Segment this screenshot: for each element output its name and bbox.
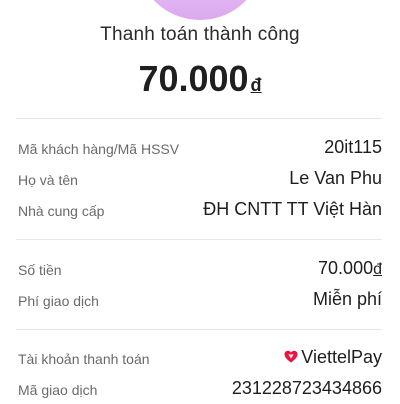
provider-label: Nhà cung cấp bbox=[18, 203, 105, 219]
payment-status-title: Thanh toán thành công bbox=[100, 24, 300, 45]
detail-row-amount: Số tiền 70.000đ bbox=[18, 258, 382, 284]
detail-row-provider: Nhà cung cấp ĐH CNTT TT Việt Hàn bbox=[18, 199, 382, 225]
payment-account-value: ViettelPay bbox=[284, 347, 382, 368]
detail-row-transaction-id: Mã giao dịch 231228723434866 bbox=[18, 378, 382, 404]
payment-amount: 70.000 đ bbox=[0, 58, 400, 100]
divider bbox=[16, 239, 382, 240]
customer-id-value: 20it115 bbox=[324, 137, 382, 157]
divider bbox=[16, 329, 382, 330]
amount-value: 70.000 bbox=[138, 58, 249, 99]
customer-id-label: Mã khách hàng/Mã HSSV bbox=[18, 141, 180, 157]
detail-row-payment-account: Tài khoản thanh toán ViettelPay bbox=[18, 347, 382, 373]
detail-row-fee: Phí giao dịch Miễn phí bbox=[18, 289, 382, 315]
divider bbox=[16, 118, 382, 119]
transaction-id-value: 231228723434866 bbox=[231, 378, 382, 398]
fee-label: Phí giao dịch bbox=[18, 293, 99, 309]
detail-row-customer-id: Mã khách hàng/Mã HSSV 20it115 bbox=[18, 137, 382, 163]
detail-row-full-name: Họ và tên Le Van Phu bbox=[18, 168, 382, 194]
payment-account-name: ViettelPay bbox=[301, 347, 382, 367]
viettelpay-logo-icon bbox=[284, 350, 298, 363]
payment-account-label: Tài khoản thanh toán bbox=[18, 351, 150, 367]
full-name-value: Le Van Phu bbox=[289, 168, 382, 188]
currency-symbol: đ bbox=[250, 75, 262, 95]
amount-label: Số tiền bbox=[18, 262, 62, 278]
fee-value: Miễn phí bbox=[312, 289, 382, 309]
amount-row-number: 70.000 bbox=[318, 258, 374, 278]
full-name-label: Họ và tên bbox=[18, 172, 78, 188]
provider-value: ĐH CNTT TT Việt Hàn bbox=[203, 199, 382, 219]
success-illustration bbox=[136, 0, 264, 20]
amount-row-value: 70.000đ bbox=[318, 258, 382, 279]
transaction-id-label: Mã giao dịch bbox=[18, 382, 98, 398]
amount-row-currency: đ bbox=[373, 261, 382, 278]
